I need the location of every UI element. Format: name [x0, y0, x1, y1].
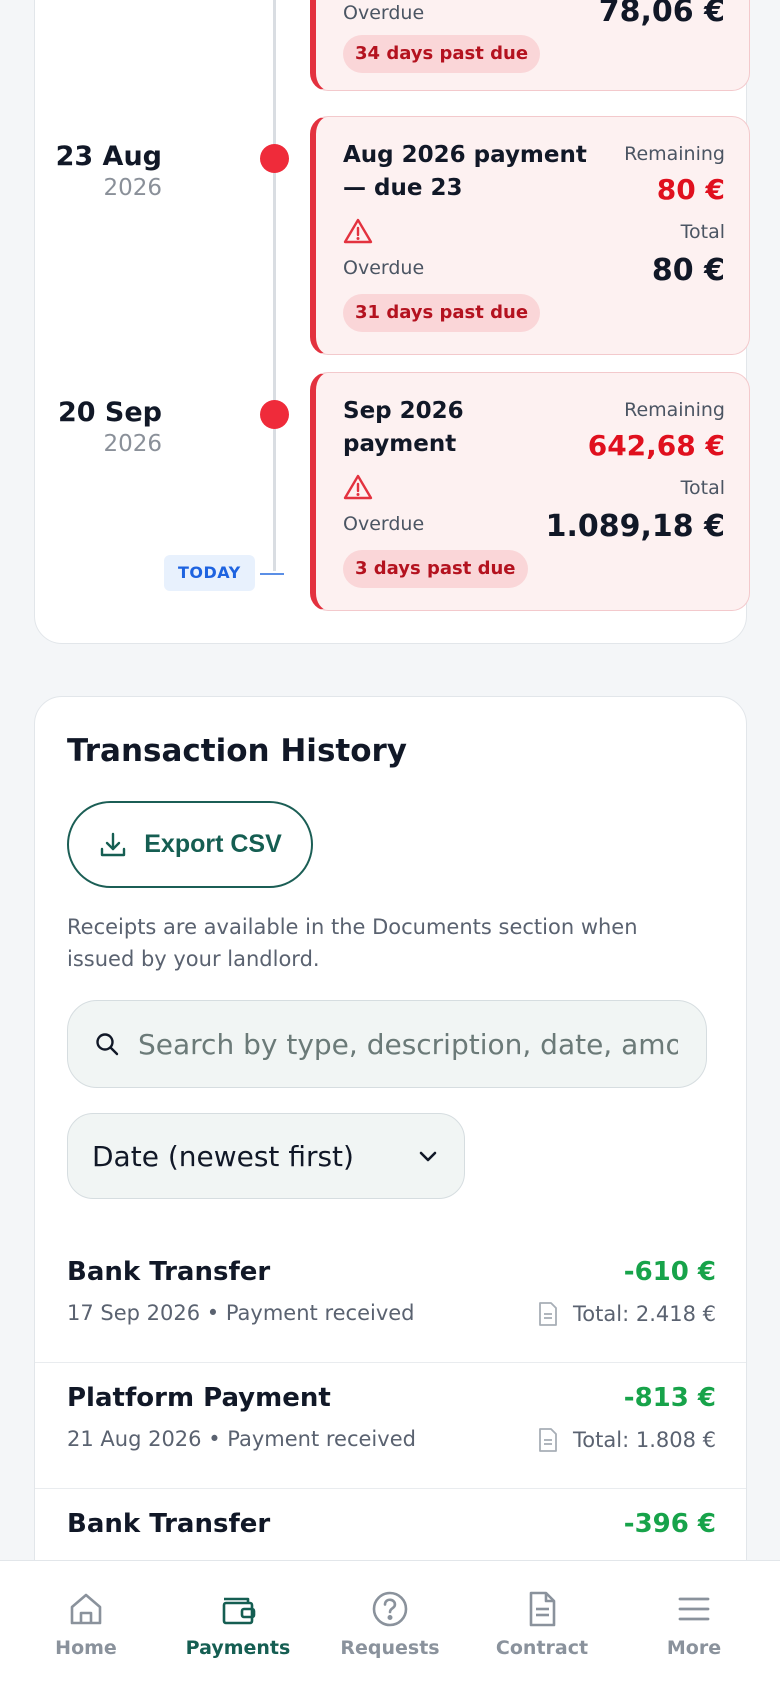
- nav-label: Payments: [185, 1637, 291, 1659]
- transaction-amount: -813 €: [623, 1383, 716, 1413]
- total-amount: 1.089,18 €: [545, 509, 725, 544]
- search-input[interactable]: [138, 1027, 678, 1061]
- transaction-type: Bank Transfer: [67, 1509, 271, 1539]
- search-box: [67, 1000, 707, 1088]
- search-icon: [96, 1033, 119, 1056]
- remaining-label: Remaining: [624, 143, 725, 165]
- transaction-meta: 17 Sep 2026 • Payment received: [67, 1301, 415, 1325]
- payment-card-jul[interactable]: Overdue 78,06 € 34 days past due: [310, 0, 750, 91]
- warning-triangle-icon: [343, 474, 373, 500]
- today-marker: [260, 573, 284, 575]
- payment-card-aug[interactable]: Aug 2026 payment — due 23 Overdue 31 day…: [310, 116, 750, 355]
- transaction-amount: -610 €: [623, 1257, 716, 1287]
- menu-icon: [678, 1597, 710, 1621]
- warning-triangle-icon: [343, 218, 373, 244]
- chevron-down-icon: [419, 1151, 437, 1162]
- nav-item-more[interactable]: More: [619, 1589, 769, 1688]
- nav-item-requests[interactable]: Requests: [315, 1589, 465, 1688]
- document-icon: [529, 1591, 556, 1627]
- sort-select[interactable]: Date (newest first): [67, 1113, 465, 1199]
- timeline-dot: [260, 400, 289, 429]
- timeline-dot: [260, 144, 289, 173]
- today-badge: TODAY: [164, 555, 255, 591]
- remaining-label: Remaining: [624, 399, 725, 421]
- nav-label: Home: [55, 1637, 117, 1659]
- total-label: Total: [680, 221, 725, 243]
- overdue-label: Overdue: [343, 257, 425, 279]
- export-csv-label: Export CSV: [144, 830, 282, 858]
- transaction-total-value: Total: 1.808 €: [573, 1428, 716, 1452]
- home-icon: [70, 1593, 102, 1625]
- receipts-note: Receipts are available in the Documents …: [67, 915, 638, 971]
- transaction-total-value: Total: 2.418 €: [573, 1302, 716, 1326]
- past-due-badge: 3 days past due: [343, 550, 528, 588]
- date-year: 2026: [103, 175, 162, 201]
- date-day: 20 Sep: [57, 397, 162, 428]
- nav-item-payments[interactable]: Payments: [163, 1589, 313, 1688]
- sort-value: Date (newest first): [92, 1139, 354, 1173]
- transaction-total: Total: 1.808 €: [537, 1427, 716, 1453]
- date-day: 23 Aug: [55, 141, 162, 172]
- total-amount: 80 €: [651, 253, 725, 288]
- timeline-date-aug: 23 Aug 2026: [56, 141, 162, 203]
- date-year: 2026: [103, 431, 162, 457]
- transaction-amount: -396 €: [623, 1509, 716, 1539]
- payment-card-sep[interactable]: Sep 2026 payment Overdue 3 days past due…: [310, 372, 750, 611]
- section-title: Transaction History: [67, 733, 408, 769]
- nav-label: Requests: [340, 1637, 440, 1659]
- receipt-document-icon: [539, 1302, 557, 1326]
- payment-title: Sep 2026 payment: [343, 398, 464, 457]
- transaction-history-card: Transaction History Export CSV Receipts …: [34, 696, 747, 1688]
- transaction-type: Bank Transfer: [67, 1257, 271, 1287]
- payment-timeline-card: Overdue 78,06 € 34 days past due 23 Aug …: [34, 0, 750, 644]
- transaction-row[interactable]: Platform Payment 21 Aug 2026 • Payment r…: [35, 1363, 746, 1489]
- transaction-meta: 21 Aug 2026 • Payment received: [67, 1427, 416, 1451]
- nav-item-contract[interactable]: Contract: [467, 1589, 617, 1688]
- timeline-line: [273, 0, 276, 571]
- wallet-icon: [222, 1597, 256, 1625]
- transaction-row[interactable]: Bank Transfer 17 Sep 2026 • Payment rece…: [35, 1237, 746, 1363]
- past-due-badge: 31 days past due: [343, 294, 541, 332]
- remaining-amount: 80 €: [656, 173, 725, 206]
- overdue-label: Overdue: [343, 513, 425, 535]
- payment-title: Aug 2026 payment — due 23: [343, 142, 587, 201]
- export-csv-button[interactable]: Export CSV: [67, 801, 313, 888]
- transaction-total: Total: 2.418 €: [537, 1301, 716, 1327]
- nav-label: More: [666, 1637, 722, 1659]
- transaction-type: Platform Payment: [67, 1383, 331, 1413]
- receipt-document-icon: [539, 1428, 557, 1452]
- total-label: Total: [680, 477, 725, 499]
- help-circle-icon: [372, 1591, 408, 1627]
- nav-label: Contract: [495, 1637, 589, 1659]
- overdue-label: Overdue: [343, 2, 425, 24]
- past-due-badge: 34 days past due: [343, 35, 541, 73]
- nav-item-home[interactable]: Home: [11, 1589, 161, 1688]
- bottom-nav: Home Payments Requests Contract More: [0, 1560, 780, 1688]
- remaining-amount: 642,68 €: [587, 429, 725, 462]
- total-amount: 78,06 €: [598, 0, 725, 29]
- timeline-date-sep: 20 Sep 2026: [58, 397, 162, 459]
- download-icon: [101, 832, 126, 856]
